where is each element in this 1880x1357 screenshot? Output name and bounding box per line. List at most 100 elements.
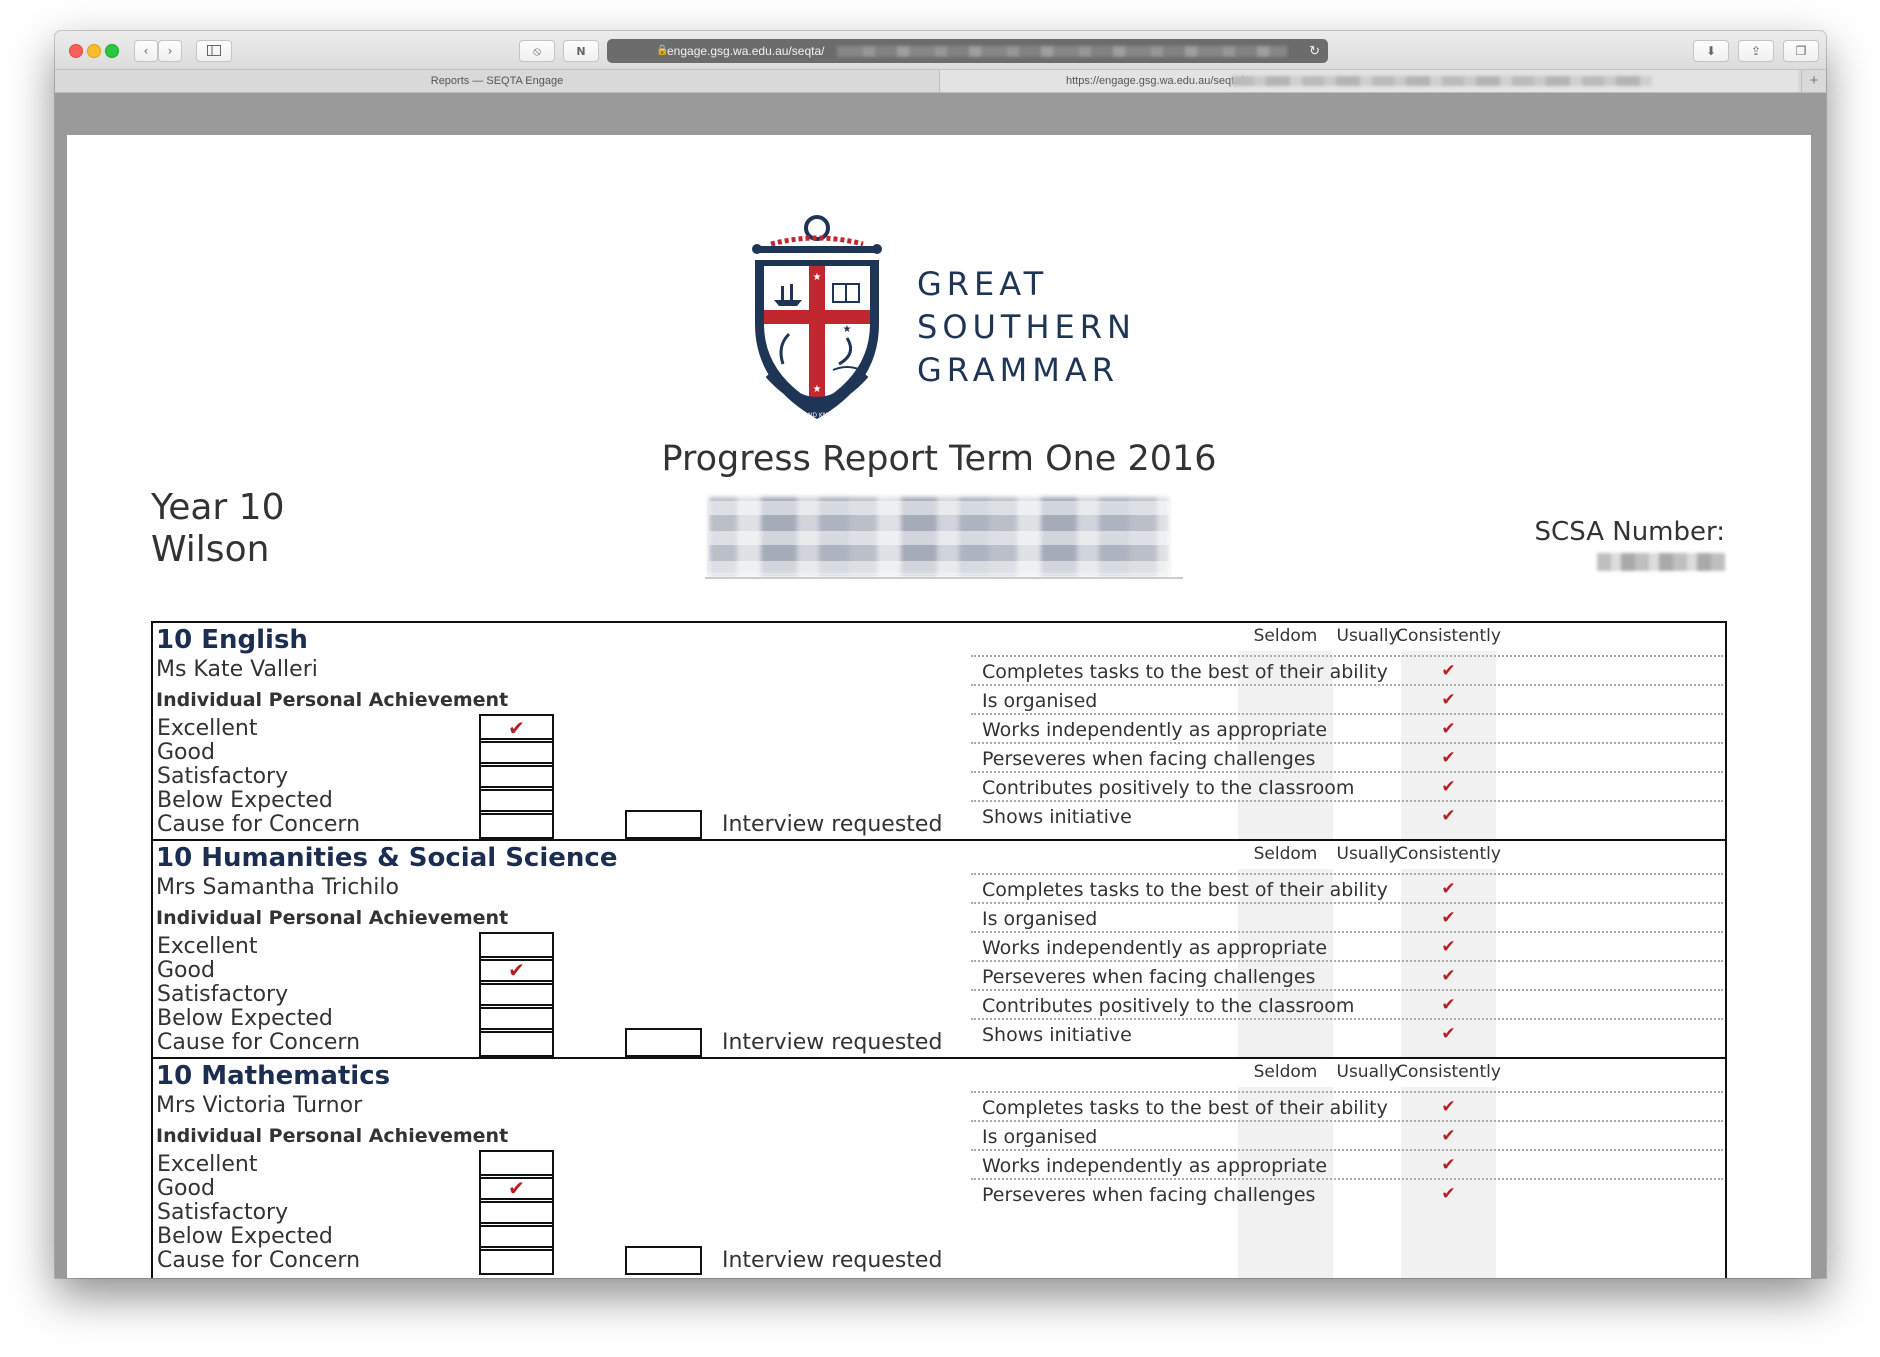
school-name: GREAT SOUTHERN GRAMMAR	[917, 263, 1136, 392]
new-tab-button[interactable]: +	[1801, 70, 1826, 92]
behaviour-label: Works independently as appropriate	[982, 1155, 1328, 1177]
behaviour-label: Works independently as appropriate	[982, 937, 1328, 959]
behaviour-label: Perseveres when facing challenges	[982, 1184, 1316, 1206]
behaviour-row: Shows initiative ✔	[971, 1018, 1723, 1054]
redaction-overlay	[709, 497, 1169, 575]
behaviour-check-mark: ✔	[1441, 1097, 1456, 1117]
subject-block: 10 Mathematics Mrs Victoria Turnor Individ…	[151, 1057, 1727, 1278]
interview-checkbox[interactable]	[625, 1246, 702, 1275]
forward-button[interactable]: ›	[158, 40, 182, 62]
tab-reports[interactable]: Reports — SEQTA Engage	[55, 70, 940, 92]
achievement-checkbox[interactable]	[479, 1246, 554, 1275]
redacted-tab-url	[1232, 76, 1652, 86]
share-button[interactable]: ⇪	[1738, 40, 1774, 62]
behaviour-label: Perseveres when facing challenges	[982, 966, 1316, 988]
behaviour-check-mark: ✔	[1441, 908, 1456, 928]
student-info: Year 10 Wilson	[151, 487, 284, 571]
behaviour-check-mark: ✔	[1441, 719, 1456, 739]
chevron-right-icon: ›	[167, 44, 173, 58]
interview-checkbox[interactable]	[625, 810, 702, 839]
svg-text:★: ★	[813, 272, 822, 283]
onenote-extension-button[interactable]: N	[563, 40, 599, 62]
redacted-url-path	[837, 46, 1287, 57]
subject-name: 10 English	[156, 625, 308, 655]
address-bar[interactable]: 🔒 engage.gsg.wa.edu.au/seqta/ ↻	[607, 39, 1328, 63]
behaviour-check-mark: ✔	[1441, 661, 1456, 681]
subject-name: 10 Mathematics	[156, 1061, 391, 1091]
frequency-header: Consistently	[1396, 626, 1501, 646]
behaviour-label: Completes tasks to the best of their abi…	[982, 879, 1388, 901]
tab-label: Reports — SEQTA Engage	[430, 75, 564, 87]
subject-block: 10 English Ms Kate Valleri Individual Pers…	[151, 621, 1727, 862]
behaviour-label: Shows initiative	[982, 1024, 1132, 1046]
back-button[interactable]: ‹	[134, 40, 158, 62]
behaviour-label: Is organised	[982, 1126, 1098, 1148]
behaviour-check-mark: ✔	[1441, 1024, 1456, 1044]
behaviour-check-mark: ✔	[1441, 777, 1456, 797]
interview-checkbox[interactable]	[625, 1028, 702, 1057]
tabs-icon: ❐	[1795, 44, 1807, 58]
svg-text:★: ★	[843, 324, 852, 335]
tabs-overview-button[interactable]: ❐	[1783, 40, 1819, 62]
sidebar-toggle-button[interactable]	[196, 40, 232, 62]
behaviour-label: Contributes positively to the classroom	[982, 777, 1355, 799]
tab-url[interactable]: https://engage.gsg.wa.edu.au/seqta/	[940, 70, 1798, 92]
behaviour-label: Completes tasks to the best of their abi…	[982, 661, 1388, 683]
report-page: ★ ★ ★ WISDOM AND KNOWLEDGE GREAT SOUTHER…	[67, 135, 1811, 1278]
close-window-button[interactable]	[69, 44, 83, 58]
browser-toolbar: ‹ › ⦸ N 🔒 engage.gsg.wa.edu.au/seqta/ ↻ …	[55, 31, 1826, 70]
scsa-number-label: SCSA Number:	[1534, 517, 1725, 547]
behaviour-label: Shows initiative	[982, 806, 1132, 828]
achievement-row: Cause for Concern	[157, 1028, 557, 1057]
behaviour-check-mark: ✔	[1441, 966, 1456, 986]
behaviour-label: Completes tasks to the best of their abi…	[982, 1097, 1388, 1119]
achievement-checkbox[interactable]	[479, 1028, 554, 1057]
achievement-row: Cause for Concern	[157, 1246, 557, 1275]
behaviour-check-mark: ✔	[1441, 1184, 1456, 1204]
frequency-header: Consistently	[1396, 1062, 1501, 1082]
behaviour-row: Perseveres when facing challenges ✔	[971, 1178, 1723, 1214]
url-text: engage.gsg.wa.edu.au/seqta/	[667, 44, 825, 58]
school-name-line1: GREAT	[917, 265, 1049, 303]
svg-text:★: ★	[813, 384, 822, 395]
behaviour-label: Is organised	[982, 690, 1098, 712]
block-icon: ⦸	[533, 44, 541, 58]
browser-window: ‹ › ⦸ N 🔒 engage.gsg.wa.edu.au/seqta/ ↻ …	[55, 31, 1826, 1278]
interview-label: Interview requested	[722, 1248, 943, 1273]
behaviour-check-mark: ✔	[1441, 995, 1456, 1015]
student-name-underline	[705, 577, 1183, 579]
tab-bar: Reports — SEQTA Engage https://engage.gs…	[55, 70, 1826, 93]
onenote-icon: N	[576, 45, 586, 58]
content-blocker-button[interactable]: ⦸	[519, 40, 555, 62]
teacher-name: Mrs Samantha Trichilo	[156, 875, 399, 900]
share-icon: ⇪	[1750, 44, 1762, 58]
behaviour-label: Is organised	[982, 908, 1098, 930]
school-crest-logo: ★ ★ ★ WISDOM AND KNOWLEDGE	[752, 215, 882, 419]
reload-icon[interactable]: ↻	[1309, 39, 1320, 63]
subject-name: 10 Humanities & Social Science	[156, 843, 618, 873]
behaviour-row: Shows initiative ✔	[971, 800, 1723, 836]
behaviour-check-mark: ✔	[1441, 879, 1456, 899]
achievement-label: Cause for Concern	[157, 1030, 361, 1055]
downloads-button[interactable]: ⬇	[1693, 40, 1729, 62]
behaviour-label: Works independently as appropriate	[982, 719, 1328, 741]
crest-motto: WISDOM AND KNOWLEDGE	[776, 412, 859, 419]
report-title: Progress Report Term One 2016	[661, 439, 1217, 479]
frequency-header: Consistently	[1396, 844, 1501, 864]
achievement-label: Cause for Concern	[157, 812, 361, 837]
interview-label: Interview requested	[722, 812, 943, 837]
achievement-checkbox[interactable]	[479, 810, 554, 839]
minimize-window-button[interactable]	[87, 44, 101, 58]
chevron-left-icon: ‹	[143, 44, 149, 58]
teacher-name: Ms Kate Valleri	[156, 657, 318, 682]
tab-label: https://engage.gsg.wa.edu.au/seqta/	[1066, 75, 1244, 87]
subject-block: 10 Humanities & Social Science Mrs Samant…	[151, 839, 1727, 1080]
achievement-row: Cause for Concern	[157, 810, 557, 839]
achievement-heading: Individual Personal Achievement	[156, 689, 509, 711]
behaviour-check-mark: ✔	[1441, 1155, 1456, 1175]
behaviour-label: Contributes positively to the classroom	[982, 995, 1355, 1017]
maximize-window-button[interactable]	[105, 44, 119, 58]
download-icon: ⬇	[1705, 44, 1717, 58]
sidebar-icon	[207, 45, 221, 56]
school-name-line2: SOUTHERN	[917, 308, 1136, 346]
